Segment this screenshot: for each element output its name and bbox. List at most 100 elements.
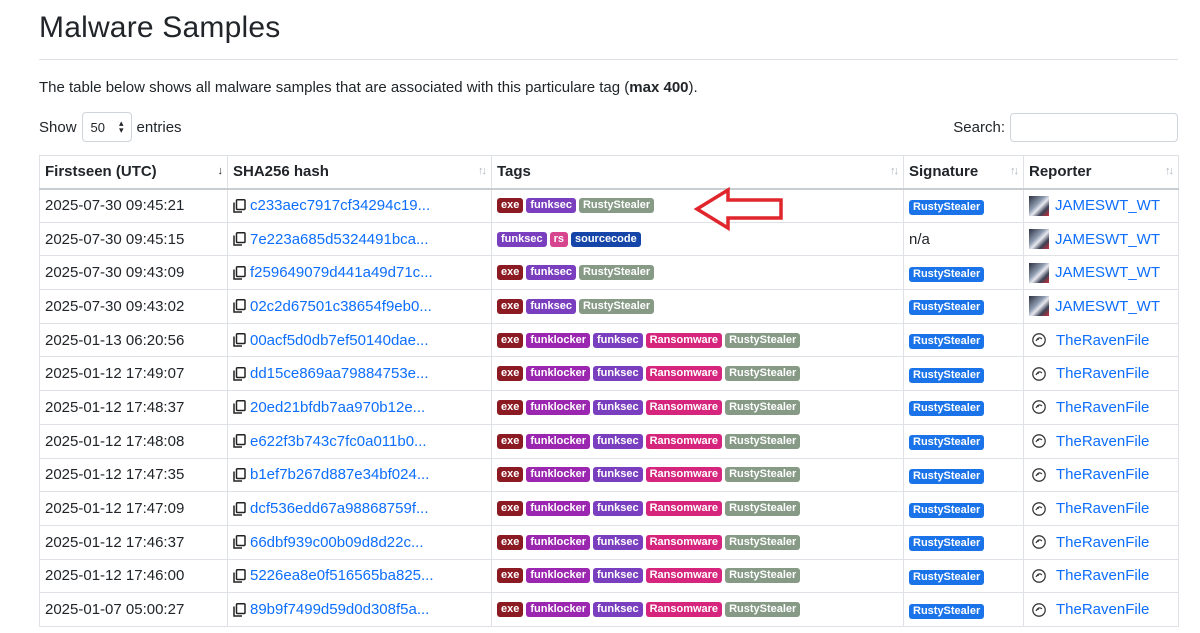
search-input[interactable] — [1010, 113, 1178, 142]
tag-badge-ransomware[interactable]: Ransomware — [645, 534, 723, 550]
signature-badge[interactable]: RustyStealer — [909, 199, 985, 215]
copy-icon[interactable] — [233, 232, 246, 246]
tag-badge-funksec[interactable]: funksec — [593, 433, 643, 449]
tag-badge-ransomware[interactable]: Ransomware — [645, 399, 723, 415]
tag-badge-funksec[interactable]: funksec — [593, 332, 643, 348]
tag-badge-ransomware[interactable]: Ransomware — [645, 366, 723, 382]
tag-badge-rustystealer[interactable]: RustyStealer — [725, 433, 801, 449]
hash-link[interactable]: c233aec7917cf34294c19... — [250, 197, 430, 214]
signature-badge[interactable]: RustyStealer — [909, 300, 985, 316]
tag-badge-funksec[interactable]: funksec — [593, 602, 643, 618]
tag-badge-exe[interactable]: exe — [497, 198, 524, 214]
tag-badge-rustystealer[interactable]: RustyStealer — [578, 265, 655, 281]
tag-badge-exe[interactable]: exe — [497, 467, 524, 483]
signature-badge[interactable]: RustyStealer — [909, 502, 985, 518]
hash-link[interactable]: e622f3b743c7fc0a011b0... — [250, 433, 427, 450]
signature-badge[interactable]: RustyStealer — [909, 435, 985, 451]
column-header-firstseen[interactable]: Firstseen (UTC) ↓ — [39, 155, 228, 190]
tag-badge-exe[interactable]: exe — [497, 602, 524, 618]
tag-badge-rustystealer[interactable]: RustyStealer — [725, 399, 801, 415]
tag-badge-exe[interactable]: exe — [497, 534, 524, 550]
column-header-signature[interactable]: Signature ↑↓ — [903, 155, 1024, 190]
tag-badge-funklocker[interactable]: funklocker — [526, 467, 590, 483]
tag-badge-ransomware[interactable]: Ransomware — [645, 568, 723, 584]
tag-badge-funksec[interactable]: funksec — [526, 298, 576, 314]
hash-link[interactable]: dcf536edd67a98868759f... — [250, 500, 429, 517]
tag-badge-funklocker[interactable]: funklocker — [526, 568, 590, 584]
signature-badge[interactable]: RustyStealer — [909, 569, 985, 585]
tag-badge-ransomware[interactable]: Ransomware — [645, 433, 723, 449]
copy-icon[interactable] — [233, 535, 246, 549]
tag-badge-rustystealer[interactable]: RustyStealer — [725, 534, 801, 550]
signature-badge[interactable]: RustyStealer — [909, 468, 985, 484]
hash-link[interactable]: dd15ce869aa79884753e... — [250, 365, 429, 382]
hash-link[interactable]: 7e223a685d5324491bca... — [250, 231, 429, 248]
tag-badge-ransomware[interactable]: Ransomware — [645, 332, 723, 348]
tag-badge-exe[interactable]: exe — [497, 568, 524, 584]
tag-badge-rustystealer[interactable]: RustyStealer — [578, 198, 655, 214]
reporter-link[interactable]: TheRavenFile — [1056, 601, 1149, 618]
copy-icon[interactable] — [233, 434, 246, 448]
copy-icon[interactable] — [233, 265, 246, 280]
tag-badge-funksec[interactable]: funksec — [497, 231, 547, 247]
copy-icon[interactable] — [233, 366, 246, 381]
hash-link[interactable]: 5226ea8e0f516565ba825... — [250, 567, 434, 584]
tag-badge-funklocker[interactable]: funklocker — [526, 366, 590, 382]
tag-badge-rustystealer[interactable]: RustyStealer — [725, 332, 801, 348]
signature-badge[interactable]: RustyStealer — [909, 536, 985, 552]
copy-icon[interactable] — [233, 467, 246, 482]
tag-badge-funksec[interactable]: funksec — [593, 534, 643, 550]
tag-badge-funklocker[interactable]: funklocker — [526, 332, 590, 348]
hash-link[interactable]: f259649079d441a49d71c... — [250, 264, 433, 281]
tag-badge-funklocker[interactable]: funklocker — [526, 602, 590, 618]
tag-badge-rs[interactable]: rs — [549, 231, 568, 247]
tag-badge-funklocker[interactable]: funklocker — [526, 534, 590, 550]
signature-badge[interactable]: RustyStealer — [909, 334, 985, 350]
reporter-link[interactable]: TheRavenFile — [1056, 567, 1149, 584]
tag-badge-funksec[interactable]: funksec — [593, 467, 643, 483]
tag-badge-rustystealer[interactable]: RustyStealer — [725, 501, 801, 517]
reporter-link[interactable]: JAMESWT_WT — [1055, 298, 1160, 315]
tag-badge-rustystealer[interactable]: RustyStealer — [725, 467, 801, 483]
tag-badge-funksec[interactable]: funksec — [593, 501, 643, 517]
copy-icon[interactable] — [233, 400, 246, 415]
tag-badge-exe[interactable]: exe — [497, 501, 524, 517]
hash-link[interactable]: 00acf5d0db7ef50140dae... — [250, 332, 429, 349]
hash-link[interactable]: 02c2d67501c38654f9eb0... — [250, 298, 432, 315]
tag-badge-funksec[interactable]: funksec — [526, 198, 576, 214]
signature-badge[interactable]: RustyStealer — [909, 367, 985, 383]
reporter-link[interactable]: JAMESWT_WT — [1055, 197, 1160, 214]
tag-badge-funksec[interactable]: funksec — [526, 265, 576, 281]
signature-badge[interactable]: RustyStealer — [909, 401, 985, 417]
reporter-link[interactable]: TheRavenFile — [1056, 466, 1149, 483]
hash-link[interactable]: 20ed21bfdb7aa970b12e... — [250, 399, 425, 416]
copy-icon[interactable] — [233, 333, 246, 347]
tag-badge-ransomware[interactable]: Ransomware — [645, 501, 723, 517]
reporter-link[interactable]: TheRavenFile — [1056, 365, 1149, 382]
column-header-sha256[interactable]: SHA256 hash ↑↓ — [227, 155, 492, 190]
tag-badge-funklocker[interactable]: funklocker — [526, 501, 590, 517]
signature-badge[interactable]: RustyStealer — [909, 603, 985, 619]
tag-badge-rustystealer[interactable]: RustyStealer — [725, 602, 801, 618]
hash-link[interactable]: 89b9f7499d59d0d308f5a... — [250, 601, 429, 618]
tag-badge-exe[interactable]: exe — [497, 366, 524, 382]
tag-badge-funksec[interactable]: funksec — [593, 399, 643, 415]
reporter-link[interactable]: TheRavenFile — [1056, 500, 1149, 517]
copy-icon[interactable] — [233, 568, 246, 583]
reporter-link[interactable]: TheRavenFile — [1056, 433, 1149, 450]
tag-badge-exe[interactable]: exe — [497, 399, 524, 415]
hash-link[interactable]: b1ef7b267d887e34bf024... — [250, 466, 429, 483]
tag-badge-funklocker[interactable]: funklocker — [526, 399, 590, 415]
copy-icon[interactable] — [233, 198, 246, 213]
tag-badge-rustystealer[interactable]: RustyStealer — [725, 366, 801, 382]
column-header-reporter[interactable]: Reporter ↑↓ — [1023, 155, 1179, 190]
reporter-link[interactable]: TheRavenFile — [1056, 399, 1149, 416]
entries-select[interactable]: 50 ▴ ▾ — [81, 112, 132, 142]
reporter-link[interactable]: JAMESWT_WT — [1055, 231, 1160, 248]
hash-link[interactable]: 66dbf939c00b09d8d22c... — [250, 534, 424, 551]
signature-badge[interactable]: RustyStealer — [909, 266, 985, 282]
copy-icon[interactable] — [233, 501, 246, 516]
reporter-link[interactable]: TheRavenFile — [1056, 332, 1149, 349]
tag-badge-funksec[interactable]: funksec — [593, 366, 643, 382]
tag-badge-exe[interactable]: exe — [497, 332, 524, 348]
